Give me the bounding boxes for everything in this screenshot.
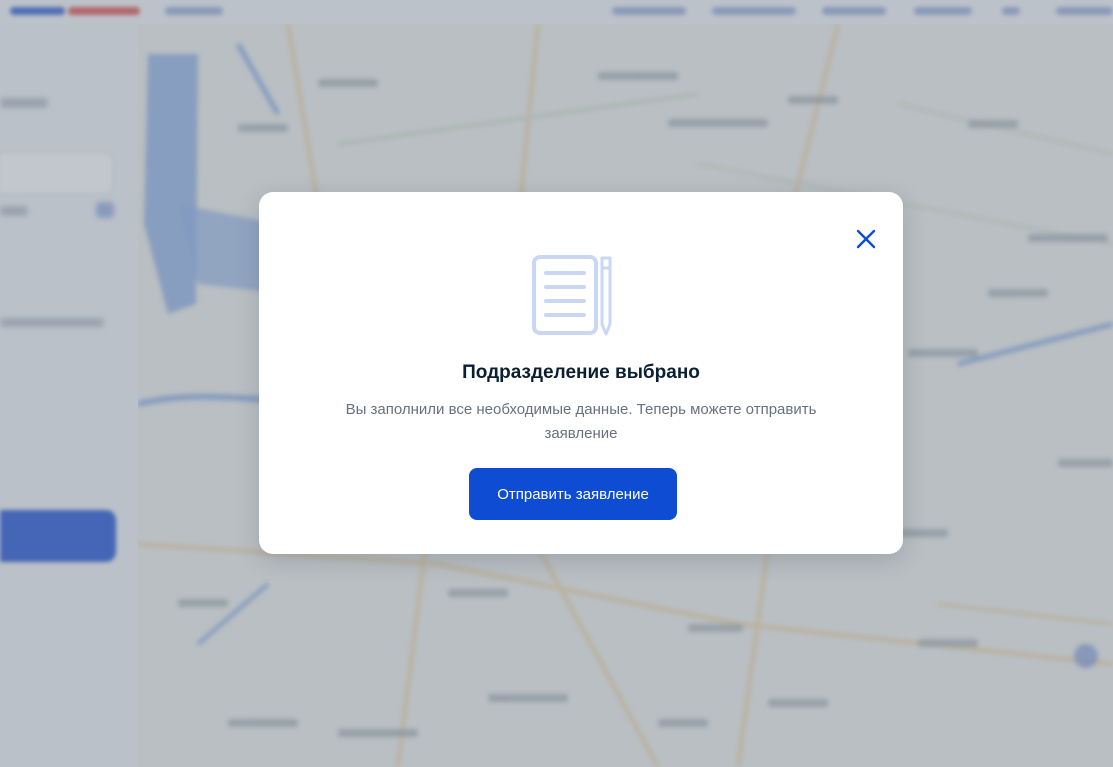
modal-message: Вы заполнили все необходимые данные. Теп…: [345, 401, 817, 442]
confirmation-modal: Подразделение выбрано Вы заполнили все н…: [259, 192, 903, 554]
modal-title: Подразделение выбрано: [462, 362, 700, 383]
document-with-pencil-icon: [532, 255, 612, 336]
page: Подразделение выбрано Вы заполнили все н…: [0, 0, 1113, 767]
close-icon[interactable]: [853, 226, 879, 252]
submit-application-button[interactable]: Отправить заявление: [469, 468, 677, 520]
